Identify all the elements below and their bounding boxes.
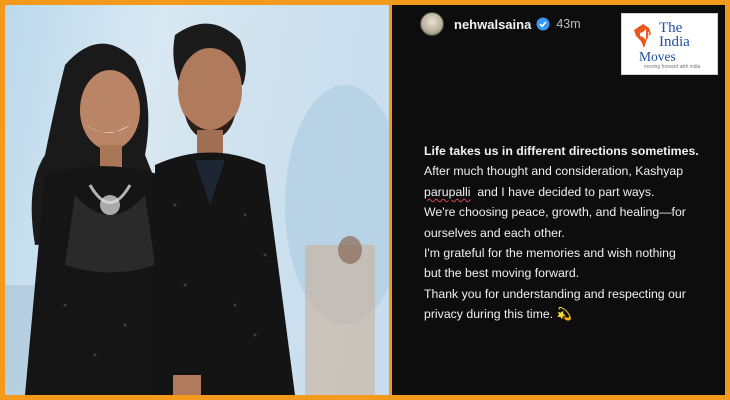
message-line-9: privacy during this time. 💫 (424, 304, 724, 324)
message-line-3-rest: and I have decided to part ways. (477, 184, 655, 199)
message-line-3: parupalli and I have decided to part way… (424, 182, 724, 202)
dizzy-emoji: 💫 (556, 307, 572, 322)
india-map-speaker-icon (634, 24, 651, 48)
message-line-2: After much thought and consideration, Ka… (424, 164, 684, 179)
message-line-7: but the best moving forward. (424, 266, 580, 281)
misspelled-word: parupalli (424, 184, 471, 199)
post-time: 43m (556, 17, 581, 31)
instagram-story: nehwalsaina 43m Life takes us in differe… (392, 5, 725, 395)
couple-photo (5, 5, 389, 395)
the-india-moves-logo: The India Moves moving forward with indi… (621, 13, 718, 75)
verified-badge-icon (536, 17, 550, 31)
story-header: nehwalsaina 43m (420, 11, 581, 37)
message-line-8: Thank you for understanding and respecti… (424, 286, 686, 301)
message-line-1: Life takes us in different directions so… (424, 144, 699, 158)
logo-tagline: moving forward with india (644, 64, 701, 70)
profile-avatar[interactable] (420, 12, 444, 36)
message-line-4: We're choosing peace, growth, and healin… (424, 205, 686, 220)
message-line-5: ourselves and each other. (424, 225, 565, 240)
photo-illustration (5, 23, 389, 395)
username[interactable]: nehwalsaina (454, 17, 531, 32)
message-line-9-text: privacy during this time. (424, 307, 554, 322)
image-frame: nehwalsaina 43m Life takes us in differe… (0, 0, 730, 400)
logo-text-moves: Moves (639, 49, 676, 64)
message-line-6: I'm grateful for the memories and wish n… (424, 246, 676, 261)
story-message: Life takes us in different directions so… (424, 141, 724, 325)
